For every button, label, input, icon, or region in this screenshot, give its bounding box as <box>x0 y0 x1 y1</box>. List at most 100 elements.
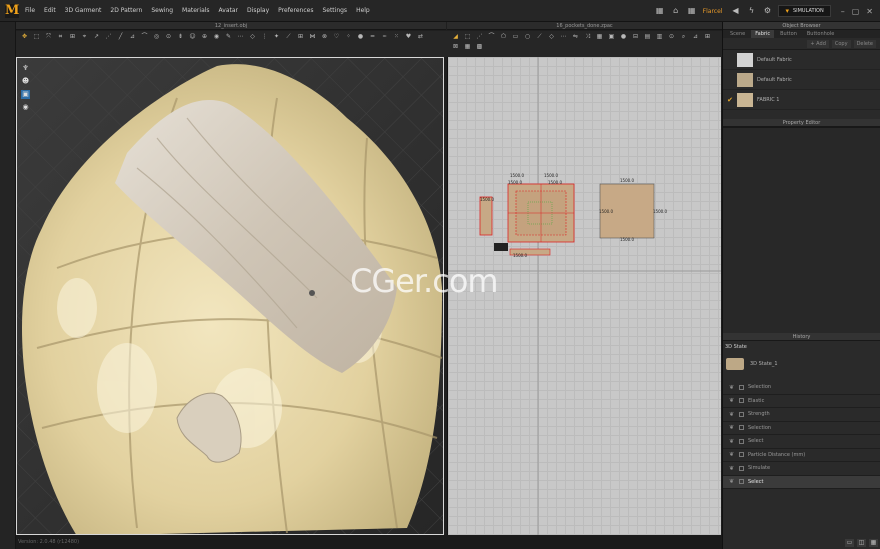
menu-avatar[interactable]: Avatar <box>219 7 238 14</box>
minimize-icon[interactable]: – <box>841 7 845 16</box>
menu-3d-garment[interactable]: 3D Garment <box>65 7 102 14</box>
2d-seam-icon[interactable]: ⋯ <box>559 33 568 41</box>
2d-pin-icon[interactable]: ⊙ <box>667 33 676 41</box>
arrange-icon[interactable]: ⊞ <box>68 33 77 41</box>
quilt-icon[interactable]: ⋈ <box>308 33 317 41</box>
dot-grid-icon[interactable]: ⁘ <box>344 33 353 41</box>
menu-settings[interactable]: Settings <box>322 7 347 14</box>
tab-scene[interactable]: Scene <box>726 30 749 38</box>
strength-icon[interactable]: ✦ <box>272 33 281 41</box>
2d-transform-icon[interactable]: ⬚ <box>463 33 472 41</box>
2d-rect-icon[interactable]: ▭ <box>511 33 520 41</box>
eye-icon[interactable]: ❦ <box>729 384 736 391</box>
close-icon[interactable]: ✕ <box>866 7 873 16</box>
eye-icon[interactable]: ❦ <box>729 424 736 431</box>
brush-icon[interactable]: ✎ <box>224 33 233 41</box>
history-item[interactable]: ❦ Particle Distance (mm) <box>723 449 880 462</box>
2d-circle-icon[interactable]: ○ <box>523 33 532 41</box>
maximize-icon[interactable]: ▢ <box>852 7 860 16</box>
2d-fold-icon[interactable]: ⊟ <box>631 33 640 41</box>
settings-icon[interactable]: ⚙ <box>762 6 772 16</box>
select-mesh-icon[interactable]: ⬚ <box>32 33 41 41</box>
fabric-item[interactable]: Default Fabric <box>723 70 880 90</box>
history-item[interactable]: ❦ Strength <box>723 408 880 422</box>
2d-texture-icon[interactable]: ▦ <box>595 33 604 41</box>
transform-icon[interactable]: ⤧ <box>44 33 53 41</box>
more-tools-icon[interactable]: ⋯ <box>236 33 245 41</box>
history-item[interactable]: ❦ Selection <box>723 381 880 395</box>
2d-select-icon[interactable]: ◢ <box>451 33 460 41</box>
tack-icon[interactable]: ↗ <box>92 33 101 41</box>
line-icon[interactable]: ╱ <box>116 33 125 41</box>
history-item[interactable]: ❦ Select <box>723 435 880 449</box>
bulge-icon[interactable]: ⊗ <box>320 33 329 41</box>
button-tool-icon[interactable]: ◎ <box>152 33 161 41</box>
2d-grid-icon[interactable]: ⊞ <box>703 33 712 41</box>
history-item[interactable]: ❦ Elastic <box>723 395 880 408</box>
2d-edit-point-icon[interactable]: ⋰ <box>475 33 484 41</box>
menu-sewing[interactable]: Sewing <box>151 7 173 14</box>
menu-display[interactable]: Display <box>247 7 269 14</box>
grid-alt-icon[interactable]: ▦ <box>687 6 697 16</box>
pin-icon[interactable]: ⌖ <box>80 33 89 41</box>
history-item[interactable]: ❦ Selection <box>723 422 880 435</box>
layout-single-icon[interactable]: ▭ <box>845 539 854 547</box>
delete-fabric-button[interactable]: Delete <box>853 39 876 48</box>
sewing-thread-icon[interactable]: ⟋ <box>284 33 293 41</box>
add-fabric-button[interactable]: + Add <box>807 39 829 48</box>
lightning-icon[interactable]: ϟ <box>746 6 756 16</box>
2d-polygon-icon[interactable]: ⬠ <box>499 33 508 41</box>
menu-materials[interactable]: Materials <box>182 7 210 14</box>
2d-shading-icon[interactable]: ▩ <box>475 43 484 51</box>
copy-fabric-button[interactable]: Copy <box>831 39 851 48</box>
shirt-icon[interactable]: ⌒ <box>140 33 149 41</box>
arrangement-icon[interactable]: ⊕ <box>200 33 209 41</box>
history-item-selected[interactable]: ❦ Select <box>723 475 880 489</box>
arrows-icon[interactable]: ⇄ <box>416 33 425 41</box>
options-icon[interactable]: ⋮ <box>260 33 269 41</box>
2d-free-sew-icon[interactable]: ⤨ <box>583 33 592 41</box>
2d-graphic-icon[interactable]: ▣ <box>607 33 616 41</box>
speaker-icon[interactable]: ◀ <box>730 6 740 16</box>
2d-arrange-icon[interactable]: ⊠ <box>451 43 460 51</box>
2d-dart-icon[interactable]: ◇ <box>547 33 556 41</box>
fold-icon[interactable]: ⌗ <box>56 33 65 41</box>
heart-alt-icon[interactable]: ♥ <box>404 33 413 41</box>
eye-icon[interactable]: ❦ <box>729 397 736 404</box>
shape-icon[interactable]: ◇ <box>248 33 257 41</box>
2d-zoom-icon[interactable]: ⌕ <box>679 33 688 41</box>
layout-grid-icon[interactable]: ▦ <box>869 539 878 547</box>
tab-button[interactable]: Button <box>776 30 801 38</box>
menu-edit[interactable]: Edit <box>44 7 56 14</box>
2d-internal-line-icon[interactable]: ⟋ <box>535 33 544 41</box>
layout-split-icon[interactable]: ◫ <box>857 539 866 547</box>
flat-line-icon[interactable]: ━ <box>368 33 377 41</box>
menu-2d-pattern[interactable]: 2D Pattern <box>110 7 142 14</box>
heart-icon[interactable]: ♡ <box>332 33 341 41</box>
2d-segment-sew-icon[interactable]: ⇋ <box>571 33 580 41</box>
avatar-icon[interactable]: ☺ <box>188 33 197 41</box>
2d-layer-icon[interactable]: ▦ <box>463 43 472 51</box>
tab-fabric[interactable]: Fabric <box>751 30 775 38</box>
history-state-item[interactable]: 3D State_1 <box>723 353 880 375</box>
hanger-icon[interactable]: ⌂ <box>671 6 681 16</box>
eye-icon[interactable]: ❦ <box>729 451 736 458</box>
avatar-view-icon[interactable]: ☻ <box>21 77 30 86</box>
grid-icon[interactable]: ▦ <box>655 6 665 16</box>
zipper-icon[interactable]: ⇟ <box>176 33 185 41</box>
eye-icon[interactable]: ❦ <box>729 438 736 445</box>
grid-mesh-icon[interactable]: ⊞ <box>296 33 305 41</box>
eye-icon[interactable]: ❦ <box>729 478 736 485</box>
tab-buttonhole[interactable]: Buttonhole <box>803 30 838 38</box>
eye-icon[interactable]: ❦ <box>729 465 736 472</box>
2d-curve-icon[interactable]: ⌒ <box>487 33 496 41</box>
select-move-icon[interactable]: ✥ <box>20 33 29 41</box>
menu-help[interactable]: Help <box>356 7 370 14</box>
camera-icon[interactable]: ◉ <box>212 33 221 41</box>
fabric-item[interactable]: ✔ FABRIC 1 <box>723 90 880 110</box>
measure-icon[interactable]: ⊿ <box>128 33 137 41</box>
2d-notch-icon[interactable]: ▤ <box>643 33 652 41</box>
menu-file[interactable]: File <box>25 7 35 14</box>
fabric-view-icon[interactable]: ▣ <box>21 90 30 99</box>
dash-line-icon[interactable]: ┅ <box>380 33 389 41</box>
